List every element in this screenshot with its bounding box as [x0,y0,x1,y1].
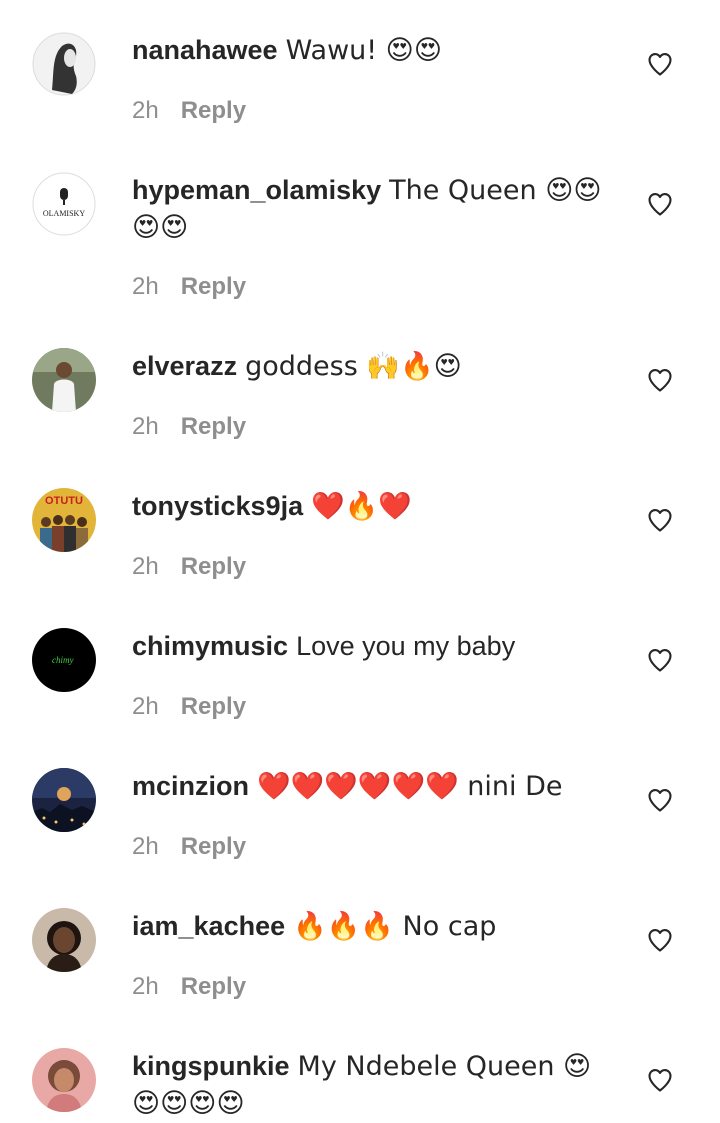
avatar[interactable]: OTUTU [32,488,96,552]
comment-username[interactable]: kingspunkie [132,1051,290,1081]
avatar-label: chimy [52,655,74,665]
comment-message: Wawu! 😍😍 [285,35,442,66]
comment-time: 2h [132,97,159,124]
comment-text: elverazz goddess 🙌🔥😍 [132,348,612,385]
comment-username[interactable]: tonysticks9ja [132,491,303,521]
comment-message: 🔥🔥🔥 No cap [293,911,497,942]
comment-time: 2h [132,553,159,580]
avatar[interactable] [32,768,96,832]
reply-button[interactable]: Reply [181,97,246,124]
like-heart-icon[interactable] [646,926,674,954]
reply-button[interactable]: Reply [181,413,246,440]
comment-message: Love you my baby [296,631,516,661]
comment-username[interactable]: nanahawee [132,35,278,65]
reply-button[interactable]: Reply [181,273,246,300]
like-heart-icon[interactable] [646,646,674,674]
avatar[interactable]: OLAMISKY [32,172,96,236]
avatar-label: OTUTU [45,495,83,507]
comment-meta: 2h Reply [132,552,246,582]
comment-username[interactable]: iam_kachee [132,911,285,941]
comment-message: ❤️❤️❤️❤️❤️❤️ nini De [257,771,563,802]
comment-text: mcinzion ❤️❤️❤️❤️❤️❤️ nini De [132,768,612,805]
comment-text: iam_kachee 🔥🔥🔥 No cap [132,908,612,945]
avatar-label: OLAMISKY [43,209,85,218]
like-heart-icon[interactable] [646,506,674,534]
comment-message: goddess 🙌🔥😍 [245,351,462,382]
reply-button[interactable]: Reply [181,833,246,860]
reply-button[interactable]: Reply [181,973,246,1000]
comment-time: 2h [132,693,159,720]
avatar[interactable] [32,1048,96,1112]
comment-text: chimymusic Love you my baby [132,628,612,664]
comment-meta: 2h Reply [132,412,246,442]
comment-meta: 2h Reply [132,692,246,722]
like-heart-icon[interactable] [646,1066,674,1094]
like-heart-icon[interactable] [646,50,674,78]
avatar[interactable] [32,32,96,96]
like-heart-icon[interactable] [646,786,674,814]
comment-meta: 2h Reply [132,972,246,1002]
comment-time: 2h [132,973,159,1000]
comment-time: 2h [132,413,159,440]
avatar[interactable]: chimy [32,628,96,692]
comment-username[interactable]: hypeman_olamisky [132,175,381,205]
comment-text: nanahawee Wawu! 😍😍 [132,32,612,69]
comment-message: ❤️🔥❤️ [311,491,412,522]
comment-time: 2h [132,833,159,860]
comment-username[interactable]: chimymusic [132,631,288,661]
like-heart-icon[interactable] [646,190,674,218]
reply-button[interactable]: Reply [181,693,246,720]
comment-meta: 2h Reply [132,832,246,862]
avatar[interactable] [32,348,96,412]
comment-text: kingspunkie My Ndebele Queen 😍😍😍😍😍 [132,1048,612,1122]
comment-meta: 2h Reply [132,272,246,302]
comment-meta: 2h Reply [132,96,246,126]
comment-text: tonysticks9ja ❤️🔥❤️ [132,488,612,525]
like-heart-icon[interactable] [646,366,674,394]
comment-time: 2h [132,273,159,300]
comment-text: hypeman_olamisky The Queen 😍😍😍😍 [132,172,612,246]
reply-button[interactable]: Reply [181,553,246,580]
comment-username[interactable]: mcinzion [132,771,249,801]
comment-username[interactable]: elverazz [132,351,237,381]
avatar[interactable] [32,908,96,972]
